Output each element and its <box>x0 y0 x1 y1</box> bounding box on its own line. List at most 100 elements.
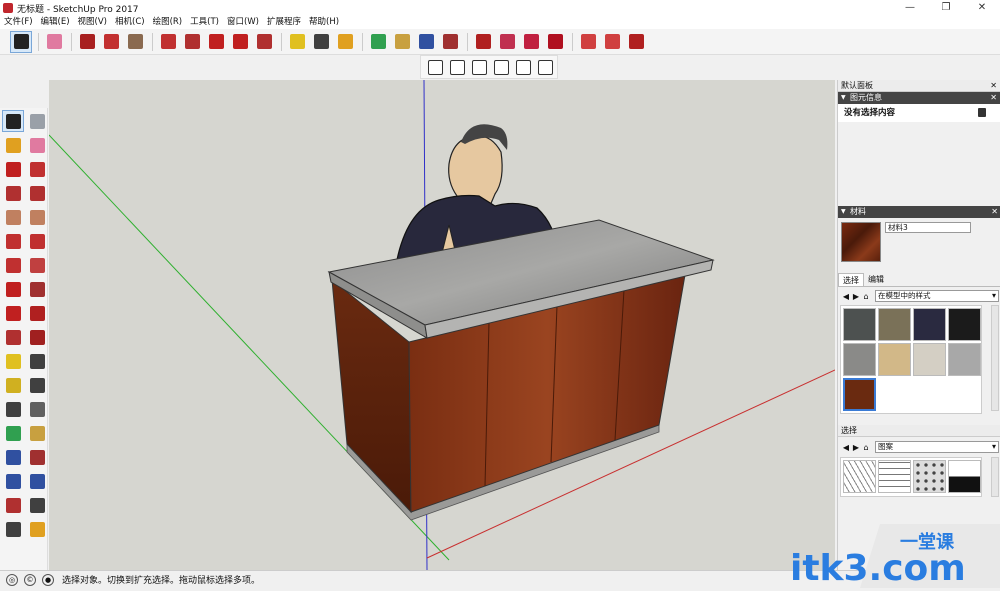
zoom-button[interactable] <box>415 31 437 53</box>
back-icon[interactable]: ◀ <box>841 443 851 452</box>
offset-button[interactable] <box>181 31 203 53</box>
material-swatch[interactable] <box>878 343 911 376</box>
entity-info-close-icon[interactable]: ✕ <box>990 92 997 104</box>
zoom-button[interactable] <box>2 446 24 468</box>
arc-button[interactable] <box>2 230 24 252</box>
3d-text-button[interactable] <box>26 398 48 420</box>
rotate-button[interactable] <box>2 302 24 324</box>
material-swatch[interactable] <box>913 308 946 341</box>
walk-button[interactable] <box>2 518 24 540</box>
home-icon[interactable]: ⌂ <box>861 292 871 301</box>
look-around-button[interactable] <box>26 494 48 516</box>
pattern-swatch[interactable] <box>913 460 946 493</box>
right-view-button[interactable] <box>491 56 511 78</box>
home-icon[interactable]: ⌂ <box>861 443 871 452</box>
three-point-arc-button[interactable] <box>2 254 24 276</box>
material-swatch[interactable] <box>843 308 876 341</box>
menu-view[interactable]: 视图(V) <box>74 16 111 29</box>
styles-collection-select[interactable]: 图案 <box>875 441 999 453</box>
pie-button[interactable] <box>26 254 48 276</box>
share-button[interactable] <box>601 31 623 53</box>
paint-bucket-button[interactable] <box>334 31 356 53</box>
section-plane-button[interactable] <box>26 518 48 540</box>
forward-icon[interactable]: ▶ <box>851 443 861 452</box>
materials-scrollbar[interactable] <box>991 305 999 411</box>
pan-button[interactable] <box>26 422 48 444</box>
material-swatch[interactable] <box>878 308 911 341</box>
scene-canvas[interactable] <box>49 80 835 570</box>
credits-icon[interactable]: © <box>24 573 36 586</box>
axes-button[interactable] <box>2 398 24 420</box>
pattern-swatch[interactable] <box>878 460 911 493</box>
polygon-button[interactable] <box>26 206 48 228</box>
text-button[interactable] <box>26 374 48 396</box>
circle-button[interactable] <box>2 206 24 228</box>
ruby-button[interactable] <box>544 31 566 53</box>
modeling-viewport[interactable] <box>49 80 835 570</box>
previous-view-button[interactable] <box>26 470 48 492</box>
minimize-button[interactable]: — <box>892 0 928 16</box>
close-button[interactable]: ✕ <box>964 0 1000 16</box>
protractor-button[interactable] <box>2 374 24 396</box>
model-info-button[interactable] <box>625 31 647 53</box>
material-swatch[interactable] <box>948 308 981 341</box>
front-view-button[interactable] <box>469 56 489 78</box>
orbit-button[interactable] <box>2 422 24 444</box>
tape-measure-button[interactable] <box>286 31 308 53</box>
select-button[interactable] <box>10 30 32 53</box>
pencil-button[interactable] <box>76 31 98 53</box>
pattern-swatch[interactable] <box>948 460 981 493</box>
top-view-button[interactable] <box>447 56 467 78</box>
push-pull-button[interactable] <box>26 278 48 300</box>
material-swatch[interactable] <box>913 343 946 376</box>
iso-view-button[interactable] <box>425 56 445 78</box>
position-camera-button[interactable] <box>2 494 24 516</box>
geo-location-icon[interactable]: ◎ <box>6 573 18 586</box>
offset-button[interactable] <box>26 326 48 348</box>
arc-button[interactable] <box>100 31 122 53</box>
menu-file[interactable]: 文件(F) <box>0 16 37 29</box>
rectangle-button[interactable] <box>2 182 24 204</box>
tray-close-icon[interactable]: ✕ <box>990 80 997 92</box>
rotate-button[interactable] <box>229 31 251 53</box>
back-view-button[interactable] <box>513 56 533 78</box>
material-swatch[interactable] <box>843 343 876 376</box>
menu-extensions[interactable]: 扩展程序 <box>263 16 305 29</box>
move-button[interactable] <box>2 278 24 300</box>
menu-tools[interactable]: 工具(T) <box>186 16 223 29</box>
eraser-button[interactable] <box>26 134 48 156</box>
left-view-button[interactable] <box>535 56 555 78</box>
forward-icon[interactable]: ▶ <box>851 292 861 301</box>
dimension-button[interactable] <box>26 350 48 372</box>
menu-draw[interactable]: 绘图(R) <box>149 16 187 29</box>
zoom-window-button[interactable] <box>26 446 48 468</box>
text-button[interactable] <box>310 31 332 53</box>
extension-warehouse-button[interactable] <box>496 31 518 53</box>
pattern-swatch[interactable] <box>843 460 876 493</box>
material-swatch[interactable] <box>843 378 876 411</box>
zoom-extents-button[interactable] <box>439 31 461 53</box>
user-icon[interactable]: ● <box>42 573 54 586</box>
menu-window[interactable]: 窗口(W) <box>223 16 263 29</box>
rotated-rectangle-button[interactable] <box>26 182 48 204</box>
entity-info-header[interactable]: 图元信息 ✕ <box>838 92 1000 104</box>
zoom-extents-button[interactable] <box>2 470 24 492</box>
styles-scrollbar[interactable] <box>991 457 999 497</box>
materials-header[interactable]: 材料 ✕ <box>838 206 1000 218</box>
select-button[interactable] <box>2 110 24 132</box>
materials-close-icon[interactable]: ✕ <box>991 206 998 218</box>
two-point-arc-button[interactable] <box>26 230 48 252</box>
menu-camera[interactable]: 相机(C) <box>111 16 149 29</box>
scale-button[interactable] <box>253 31 275 53</box>
cloud-button[interactable] <box>577 31 599 53</box>
follow-me-button[interactable] <box>26 302 48 324</box>
maximize-button[interactable]: ❐ <box>928 0 964 16</box>
push-pull-button[interactable] <box>157 31 179 53</box>
menu-help[interactable]: 帮助(H) <box>305 16 343 29</box>
materials-collection-select[interactable]: 在模型中的样式 <box>875 290 999 302</box>
back-icon[interactable]: ◀ <box>841 292 851 301</box>
freehand-button[interactable] <box>26 158 48 180</box>
pencil-button[interactable] <box>2 158 24 180</box>
component-button[interactable] <box>26 110 48 132</box>
scale-button[interactable] <box>2 326 24 348</box>
